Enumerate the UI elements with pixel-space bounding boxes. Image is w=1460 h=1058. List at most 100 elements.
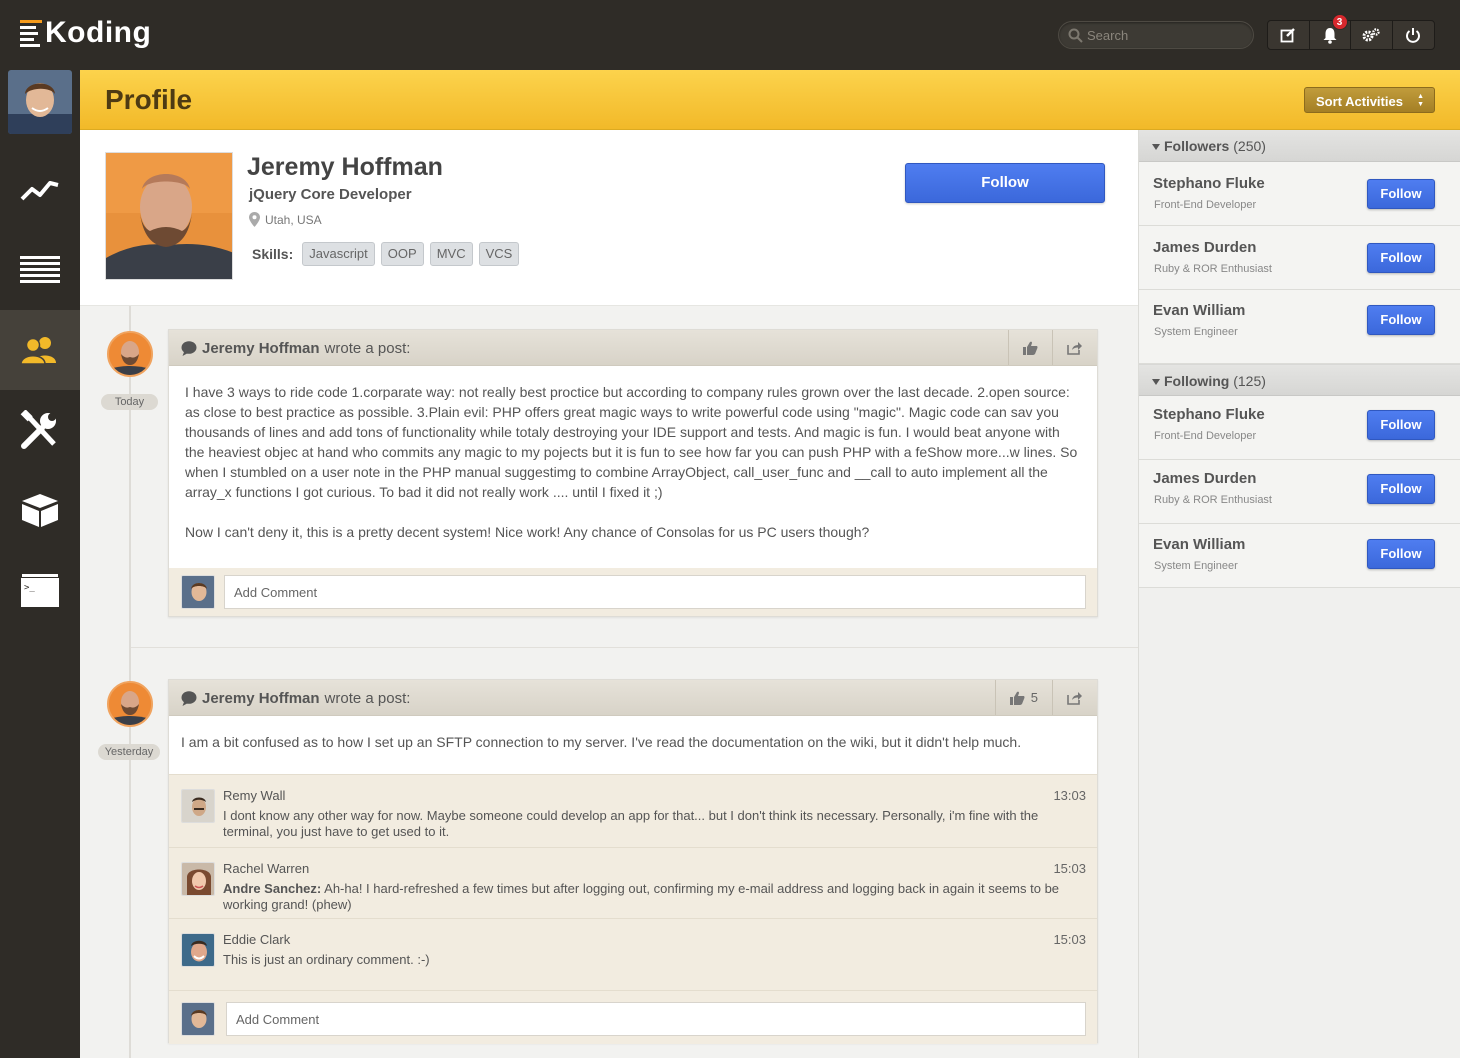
comment-time: 13:03: [1053, 788, 1086, 803]
list-lines-icon: [20, 256, 60, 283]
sort-activities-select[interactable]: Sort Activities ▲ ▼: [1304, 87, 1435, 113]
commenter-name[interactable]: Rachel Warren: [223, 861, 309, 876]
comment: Rachel Warren 15:03 Andre Sanchez: Ah-ha…: [169, 848, 1097, 919]
comment-input[interactable]: [226, 1002, 1086, 1036]
followers-label: Followers: [1164, 138, 1230, 154]
share-icon: [1067, 691, 1082, 705]
skill-tag[interactable]: VCS: [478, 242, 520, 266]
post-body: I am a bit confused as to how I set up a…: [169, 716, 1097, 774]
followers-count: (250): [1233, 138, 1266, 154]
sidebar: >_: [0, 70, 80, 1058]
trend-line-icon: [20, 181, 59, 201]
user-role: Front-End Developer: [1154, 430, 1257, 442]
select-arrows-icon: ▲ ▼: [1417, 93, 1424, 108]
notifications-button[interactable]: 3: [1310, 14, 1351, 49]
sidebar-item-topics[interactable]: [0, 230, 80, 310]
post-card: Jeremy Hoffman wrote a post: 5 I am a bi…: [168, 679, 1098, 1044]
commenter-avatar[interactable]: [181, 933, 215, 967]
comment-bar: [169, 568, 1097, 616]
compose-icon: [1280, 28, 1296, 43]
post-body: I have 3 ways to ride code 1.corparate w…: [169, 366, 1097, 542]
settings-button[interactable]: [1351, 21, 1393, 49]
commenter-name[interactable]: Remy Wall: [223, 788, 285, 803]
profile-name: Jeremy Hoffman: [247, 153, 443, 181]
share-button[interactable]: [1052, 680, 1097, 715]
following-label: Following: [1164, 373, 1230, 389]
speech-bubble-icon: [181, 341, 197, 356]
search-icon: [1068, 28, 1083, 43]
share-button[interactable]: [1052, 330, 1097, 365]
user-role: Ruby & ROR Enthusiast: [1154, 263, 1272, 275]
thumbs-up-icon: [1023, 341, 1038, 355]
koding-logo[interactable]: Koding: [20, 16, 151, 50]
following-item: James Durden Ruby & ROR Enthusiast Follo…: [1139, 460, 1460, 524]
sidebar-item-apps[interactable]: [0, 470, 80, 550]
compose-button[interactable]: [1268, 21, 1310, 49]
post-author[interactable]: Jeremy Hoffman: [202, 340, 320, 357]
post-card: Jeremy Hoffman wrote a post: I have 3 wa…: [168, 329, 1098, 617]
speech-bubble-icon: [181, 691, 197, 706]
commenter-avatar[interactable]: [181, 789, 215, 823]
following-item: Stephano Fluke Front-End Developer Follo…: [1139, 396, 1460, 460]
user-name[interactable]: Stephano Fluke: [1153, 175, 1265, 192]
user-name[interactable]: James Durden: [1153, 239, 1256, 256]
followers-section-header[interactable]: Followers (250): [1139, 130, 1460, 162]
follow-user-button[interactable]: Follow: [1367, 474, 1435, 504]
follow-button[interactable]: Follow: [905, 163, 1105, 203]
post-author-avatar[interactable]: [107, 331, 153, 377]
skill-tag[interactable]: Javascript: [302, 242, 375, 266]
post-paragraph: I am a bit confused as to how I set up a…: [181, 734, 1022, 750]
power-icon: [1406, 28, 1421, 43]
follow-user-button[interactable]: Follow: [1367, 305, 1435, 335]
divider: [131, 647, 1138, 648]
like-button[interactable]: 5: [994, 680, 1052, 715]
post-author-avatar[interactable]: [107, 681, 153, 727]
skill-tag[interactable]: OOP: [380, 242, 424, 266]
logout-button[interactable]: [1393, 21, 1434, 49]
sidebar-item-terminal[interactable]: >_: [0, 550, 80, 630]
page-header: Profile Sort Activities ▲ ▼: [80, 70, 1460, 130]
user-name[interactable]: Evan William: [1153, 302, 1245, 319]
gears-icon: [1362, 28, 1380, 42]
comment-mention[interactable]: Andre Sanchez:: [223, 881, 321, 896]
sidebar-item-develop[interactable]: [0, 390, 80, 470]
commenter-name[interactable]: Eddie Clark: [223, 932, 290, 947]
follow-user-button[interactable]: Follow: [1367, 410, 1435, 440]
profile-location: Utah, USA: [249, 212, 322, 227]
people-icon: [20, 337, 56, 365]
thumbs-up-icon: [1009, 691, 1025, 705]
comment-input[interactable]: [224, 575, 1086, 609]
my-comment-avatar: [181, 1002, 215, 1036]
svg-text:>_: >_: [24, 583, 35, 593]
skills-label: Skills:: [252, 246, 294, 262]
follow-user-button[interactable]: Follow: [1367, 539, 1435, 569]
like-button[interactable]: [1008, 330, 1052, 365]
post-action: wrote a post:: [324, 340, 411, 357]
follower-item: Evan William System Engineer Follow: [1139, 290, 1460, 364]
collapse-triangle-icon: [1152, 144, 1160, 150]
user-name[interactable]: James Durden: [1153, 470, 1256, 487]
user-name[interactable]: Evan William: [1153, 536, 1245, 553]
follow-user-button[interactable]: Follow: [1367, 179, 1435, 209]
comment-bar: [169, 990, 1097, 1044]
my-avatar[interactable]: [8, 70, 72, 134]
toolbar: 3: [1267, 14, 1435, 50]
koding-logo-icon: [20, 19, 42, 47]
follow-user-button[interactable]: Follow: [1367, 243, 1435, 273]
commenter-avatar[interactable]: [181, 862, 215, 896]
cube-icon: [22, 494, 58, 527]
skill-tag[interactable]: MVC: [429, 242, 473, 266]
comment: Remy Wall 13:03 I dont know any other wa…: [169, 774, 1097, 848]
tools-icon: [20, 410, 56, 449]
collapse-triangle-icon: [1152, 379, 1160, 385]
search-input[interactable]: [1087, 22, 1247, 48]
comment-time: 15:03: [1053, 861, 1086, 876]
sidebar-item-activity[interactable]: [0, 150, 80, 230]
profile-card: Jeremy Hoffman jQuery Core Developer Uta…: [80, 130, 1138, 306]
user-name[interactable]: Stephano Fluke: [1153, 406, 1265, 423]
post-author[interactable]: Jeremy Hoffman: [202, 690, 320, 707]
following-section-header[interactable]: Following (125): [1139, 364, 1460, 396]
follower-item: James Durden Ruby & ROR Enthusiast Follo…: [1139, 226, 1460, 290]
following-item: Evan William System Engineer Follow: [1139, 524, 1460, 588]
sidebar-item-members[interactable]: [0, 310, 80, 390]
